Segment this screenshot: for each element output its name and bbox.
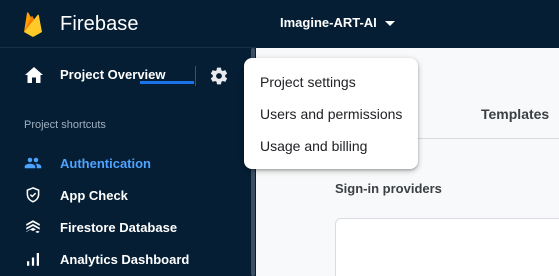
menu-item-label: Project settings <box>260 74 356 90</box>
home-icon <box>25 67 43 83</box>
brand[interactable]: Firebase <box>22 9 139 39</box>
overview-divider <box>195 66 196 86</box>
providers-card <box>335 218 559 276</box>
sidebar-item-label: Authentication <box>60 156 151 171</box>
sidebar-item-label: Analytics Dashboard <box>60 252 190 267</box>
firebase-logo-icon <box>24 12 42 37</box>
project-name: Imagine-ART-AI <box>280 15 377 30</box>
top-bar: Imagine-ART-AI <box>256 0 559 48</box>
sidebar-item-label: App Check <box>60 188 128 203</box>
active-tab-indicator <box>140 81 194 84</box>
caret-down-icon <box>384 20 395 26</box>
section-label-shortcuts: Project shortcuts <box>24 119 106 131</box>
gear-icon[interactable] <box>209 66 229 86</box>
sidebar-item-label: Firestore Database <box>60 220 178 235</box>
people-icon <box>24 157 42 169</box>
sidebar: Firebase Project Overview Project shortc… <box>0 0 256 276</box>
project-selector[interactable]: Imagine-ART-AI <box>280 15 395 30</box>
menu-item-label: Users and permissions <box>260 106 403 122</box>
bar-chart-icon <box>27 253 39 266</box>
menu-item-label: Usage and billing <box>260 138 368 154</box>
sidebar-item-firestore[interactable]: Firestore Database <box>0 211 248 243</box>
shield-check-icon <box>26 187 40 203</box>
menu-item-users-permissions[interactable]: Users and permissions <box>244 98 418 130</box>
sidebar-item-app-check[interactable]: App Check <box>0 179 248 211</box>
firestore-icon <box>26 220 40 233</box>
sidebar-divider <box>0 47 256 48</box>
menu-item-usage-billing[interactable]: Usage and billing <box>244 130 418 162</box>
sidebar-item-analytics[interactable]: Analytics Dashboard <box>0 243 248 275</box>
tab-templates[interactable]: Templates <box>481 106 549 138</box>
sign-in-providers-heading: Sign-in providers <box>335 181 442 196</box>
settings-menu: Project settings Users and permissions U… <box>244 58 418 169</box>
sidebar-item-authentication[interactable]: Authentication <box>0 147 248 179</box>
project-overview-label: Project Overview <box>60 67 166 82</box>
brand-name: Firebase <box>60 12 139 35</box>
menu-item-project-settings[interactable]: Project settings <box>244 66 418 98</box>
